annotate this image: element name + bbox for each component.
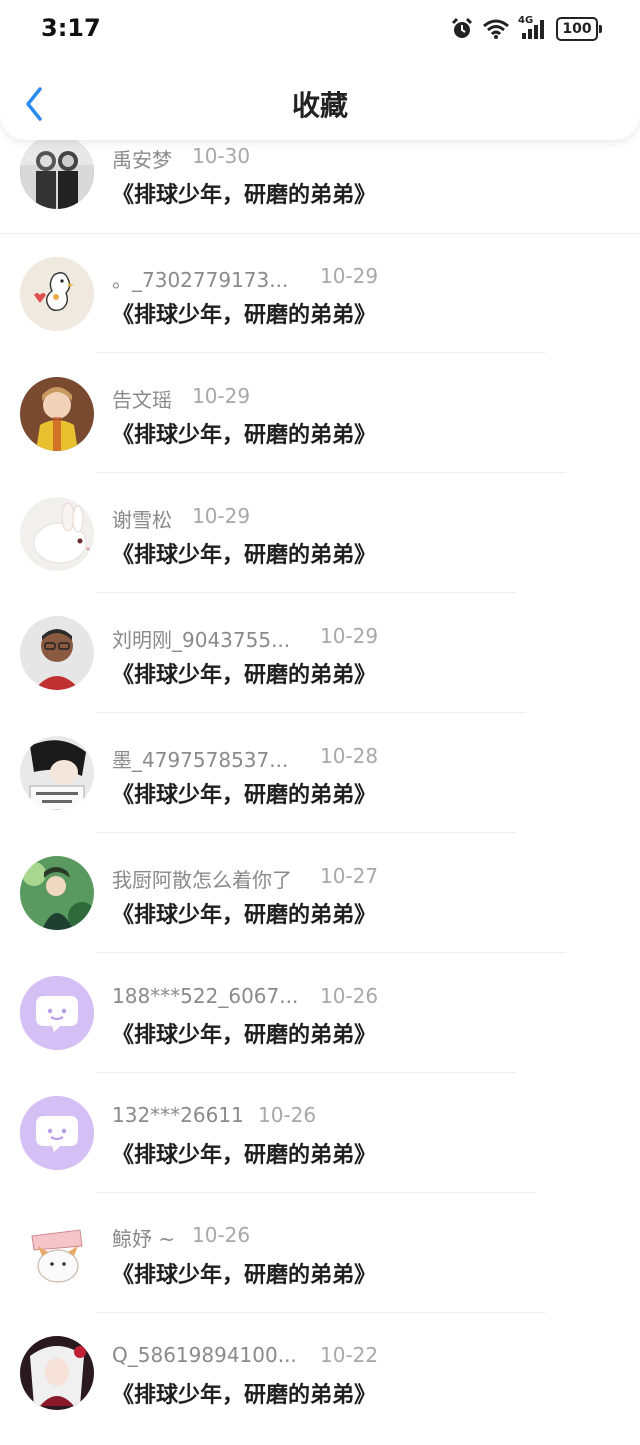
favorite-date: 10-27 — [320, 864, 379, 888]
divider — [96, 712, 526, 713]
list-item[interactable]: 我厨阿散怎么着你了 10-27 《排球少年，研磨的弟弟》 — [0, 845, 640, 965]
cellular-signal-icon: 4G — [518, 15, 548, 41]
user-name: 墨_4797578537... — [112, 748, 289, 772]
list-item[interactable]: 刘明刚_9043755... 10-29 《排球少年，研磨的弟弟》 — [0, 605, 640, 725]
list-item[interactable]: Q_58619894100... 10-22 《排球少年，研磨的弟弟》 — [0, 1325, 640, 1445]
avatar[interactable] — [20, 856, 94, 930]
user-name: 告文瑶 — [112, 388, 172, 412]
alarm-icon — [450, 17, 474, 41]
divider — [96, 352, 546, 353]
list-item[interactable]: 。_7302779173... 10-29 《排球少年，研磨的弟弟》 — [0, 245, 640, 365]
item-title: 《排球少年，研磨的弟弟》 — [112, 1023, 377, 1048]
avatar[interactable] — [20, 257, 94, 331]
user-name: 鲸妤 ~ — [112, 1227, 176, 1251]
divider — [96, 472, 566, 473]
avatar[interactable] — [20, 497, 94, 571]
avatar[interactable] — [20, 616, 94, 690]
status-time: 3:17 — [41, 14, 101, 42]
user-name: 禹安梦 — [112, 148, 172, 172]
chat-bubble-icon — [20, 1096, 94, 1170]
favorite-date: 10-22 — [320, 1343, 379, 1367]
list-item[interactable]: 188***522_6067... 10-26 《排球少年，研磨的弟弟》 — [0, 965, 640, 1085]
user-name: 188***522_6067... — [112, 984, 299, 1008]
avatar[interactable] — [20, 736, 94, 810]
avatar[interactable] — [20, 1096, 94, 1170]
list-item[interactable]: 132***26611 10-26 《排球少年，研磨的弟弟》 — [0, 1085, 640, 1205]
avatar[interactable] — [20, 976, 94, 1050]
status-bar: 3:17 4G 100 — [0, 0, 640, 58]
divider — [96, 1312, 546, 1313]
divider — [96, 952, 566, 953]
battery-indicator: 100 — [556, 17, 602, 41]
favorite-date: 10-29 — [320, 264, 379, 288]
item-title: 《排球少年，研磨的弟弟》 — [112, 663, 377, 688]
list-item[interactable]: 禹安梦 10-30 《排球少年，研磨的弟弟》 — [0, 125, 640, 245]
list-item[interactable]: 墨_4797578537... 10-28 《排球少年，研磨的弟弟》 — [0, 725, 640, 845]
divider — [96, 592, 516, 593]
item-title: 《排球少年，研磨的弟弟》 — [112, 1263, 377, 1288]
divider — [96, 832, 516, 833]
avatar[interactable] — [20, 1216, 94, 1290]
user-name: Q_58619894100... — [112, 1343, 297, 1367]
item-title: 《排球少年，研磨的弟弟》 — [112, 783, 377, 808]
divider — [96, 1072, 516, 1073]
avatar[interactable] — [20, 377, 94, 451]
status-icons: 4G 100 — [450, 15, 602, 42]
list-item[interactable]: 告文瑶 10-29 《排球少年，研磨的弟弟》 — [0, 365, 640, 485]
item-title: 《排球少年，研磨的弟弟》 — [112, 423, 377, 448]
favorite-date: 10-26 — [258, 1103, 317, 1127]
nav-header: 收藏 — [0, 58, 640, 140]
divider — [0, 233, 640, 234]
favorite-date: 10-30 — [192, 144, 251, 168]
user-name: 谢雪松 — [112, 508, 172, 532]
divider — [96, 1192, 536, 1193]
chat-bubble-icon — [20, 976, 94, 1050]
user-name: 我厨阿散怎么着你了 — [112, 868, 292, 892]
item-title: 《排球少年，研磨的弟弟》 — [112, 183, 377, 208]
item-title: 《排球少年，研磨的弟弟》 — [112, 303, 377, 328]
favorite-date: 10-29 — [192, 384, 251, 408]
wifi-icon — [482, 18, 510, 40]
item-title: 《排球少年，研磨的弟弟》 — [112, 543, 377, 568]
avatar[interactable] — [20, 1336, 94, 1410]
favorite-date: 10-26 — [320, 984, 379, 1008]
user-name: 。_7302779173... — [112, 268, 289, 292]
favorite-date: 10-28 — [320, 744, 379, 768]
page-title: 收藏 — [291, 89, 348, 122]
list-item[interactable]: 鲸妤 ~ 10-26 《排球少年，研磨的弟弟》 — [0, 1205, 640, 1325]
list-item[interactable]: 谢雪松 10-29 《排球少年，研磨的弟弟》 — [0, 485, 640, 605]
item-title: 《排球少年，研磨的弟弟》 — [112, 1383, 377, 1408]
favorite-date: 10-29 — [320, 624, 379, 648]
favorite-date: 10-26 — [192, 1223, 251, 1247]
item-title: 《排球少年，研磨的弟弟》 — [112, 903, 377, 928]
avatar[interactable] — [20, 135, 94, 209]
item-title: 《排球少年，研磨的弟弟》 — [112, 1143, 377, 1168]
favorite-date: 10-29 — [192, 504, 251, 528]
user-name: 132***26611 — [112, 1103, 244, 1127]
user-name: 刘明刚_9043755... — [112, 628, 291, 652]
